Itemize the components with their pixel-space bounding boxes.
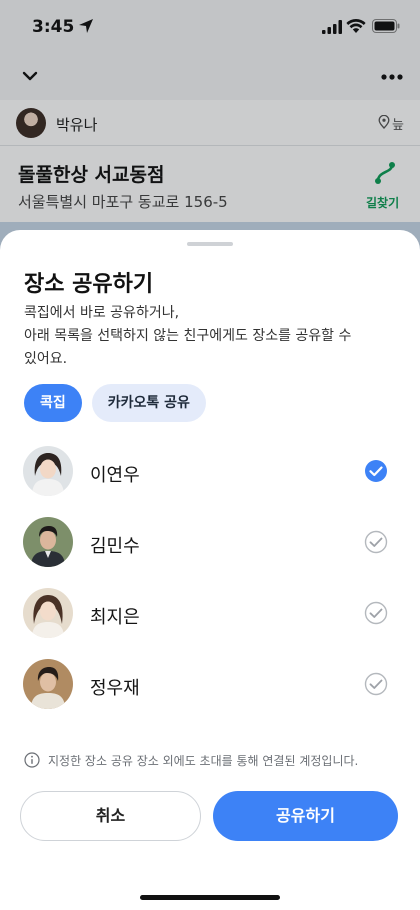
notice: 지정한 장소 공유 장소 외에도 초대를 통해 연결된 계정입니다.	[24, 750, 404, 770]
description-line: 있어요.	[24, 351, 68, 367]
friend-row[interactable]: 최지은	[0, 582, 420, 653]
friend-name: 김민수	[90, 536, 140, 557]
check-circle-outline-icon[interactable]	[364, 601, 388, 625]
friend-avatar	[23, 659, 73, 709]
friend-list: 이연우 김민수 최지은 정우재	[0, 440, 420, 724]
friend-avatar	[23, 517, 73, 567]
friend-name: 최지은	[90, 607, 140, 628]
friend-avatar	[23, 588, 73, 638]
share-sheet: 장소 공유하기 콕집에서 바로 공유하거나, 아래 목록을 선택하지 않는 친구…	[0, 230, 420, 910]
check-circle-outline-icon[interactable]	[364, 672, 388, 696]
notice-text: 지정한 장소 공유 장소 외에도 초대를 통해 연결된 계정입니다.	[48, 754, 359, 768]
share-method-chips: 콕집 카카오톡 공유	[24, 384, 206, 422]
check-circle-filled-icon[interactable]	[364, 459, 388, 483]
sheet-title: 장소 공유하기	[24, 272, 154, 297]
sheet-grabber[interactable]	[187, 242, 233, 246]
home-indicator	[140, 895, 280, 900]
check-circle-outline-icon[interactable]	[364, 530, 388, 554]
share-button[interactable]: 공유하기	[213, 791, 398, 841]
friend-row[interactable]: 김민수	[0, 511, 420, 582]
description-line: 아래 목록을 선택하지 않는 친구에게도 장소를 공유할 수	[24, 328, 352, 344]
friend-name: 이연우	[90, 465, 140, 486]
description-line: 콕집에서 바로 공유하거나,	[24, 305, 180, 321]
sheet-description: 콕집에서 바로 공유하거나, 아래 목록을 선택하지 않는 친구에게도 장소를 …	[24, 302, 404, 371]
friend-avatar	[23, 446, 73, 496]
friend-row[interactable]: 정우재	[0, 653, 420, 724]
chip-kokjip[interactable]: 콕집	[24, 384, 82, 422]
info-icon	[24, 752, 40, 768]
friend-row[interactable]: 이연우	[0, 440, 420, 511]
chip-kakaotalk-share[interactable]: 카카오톡 공유	[91, 384, 206, 422]
cancel-button[interactable]: 취소	[20, 791, 201, 841]
friend-name: 정우재	[90, 678, 140, 699]
